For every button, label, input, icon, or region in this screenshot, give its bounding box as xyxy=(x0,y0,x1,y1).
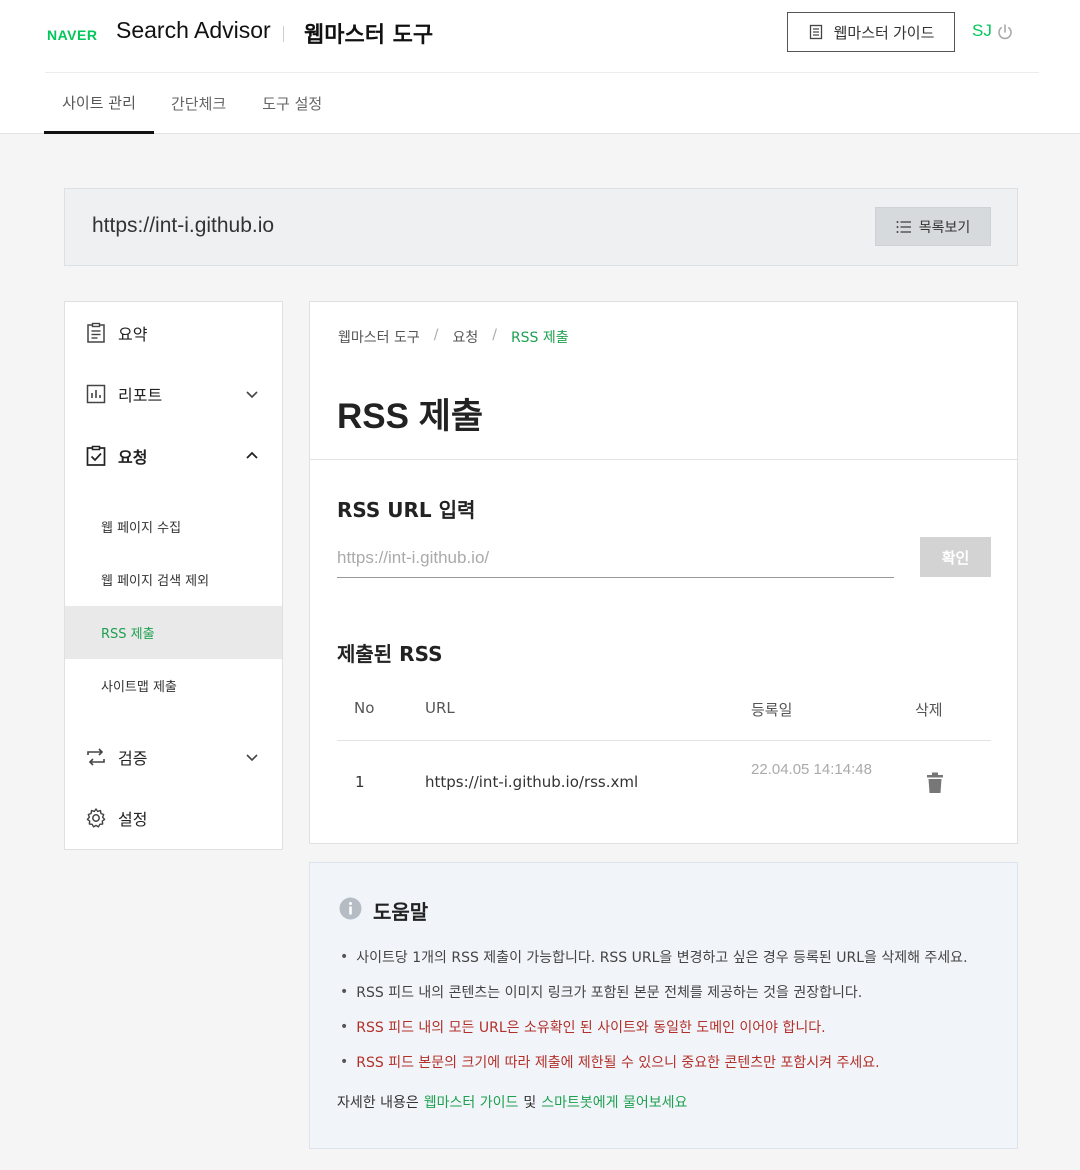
table-divider xyxy=(337,740,991,741)
site-bar: https://int-i.github.io 목록보기 xyxy=(64,188,1018,266)
chevron-down-icon[interactable] xyxy=(245,387,259,401)
guide-button-label: 웹마스터 가이드 xyxy=(833,24,935,42)
repeat-icon xyxy=(87,748,105,766)
clipboard-check-icon xyxy=(86,445,106,466)
site-url: https://int-i.github.io xyxy=(92,214,275,237)
info-icon xyxy=(339,897,362,920)
row-no: 1 xyxy=(355,773,365,791)
help-title: 도움말 xyxy=(373,900,429,924)
gear-icon xyxy=(86,808,106,828)
breadcrumb: 웹마스터 도구 / 요청 / RSS 제출 xyxy=(338,327,569,347)
sidebar-item-label: 검증 xyxy=(118,749,148,768)
table-header-date: 등록일 xyxy=(751,701,793,719)
table-header-no: No xyxy=(354,699,375,717)
sidebar-subitem-rss-submit[interactable]: RSS 제출 xyxy=(65,606,282,659)
sidebar-item-summary[interactable]: 요약 xyxy=(65,313,282,353)
top-header: NAVER Search Advisor 웹마스터 도구 웹마스터 가이드 SJ… xyxy=(0,0,1080,134)
breadcrumb-separator: / xyxy=(492,327,497,343)
webmaster-guide-button[interactable]: 웹마스터 가이드 xyxy=(787,12,955,52)
tab-quick-check[interactable]: 간단체크 xyxy=(154,73,244,134)
help-footer-and: 및 xyxy=(523,1095,537,1111)
sidebar-item-label: 요약 xyxy=(118,325,148,344)
tab-site-management[interactable]: 사이트 관리 xyxy=(44,73,154,134)
help-item: RSS 피드 내의 콘텐츠는 이미지 링크가 포함된 본문 전체를 제공하는 것… xyxy=(340,974,968,1009)
table-header-url: URL xyxy=(425,699,455,717)
list-view-label: 목록보기 xyxy=(918,218,971,235)
help-item: 사이트당 1개의 RSS 제출이 가능합니다. RSS URL을 변경하고 싶은… xyxy=(340,939,967,974)
help-panel: 도움말 사이트당 1개의 RSS 제출이 가능합니다. RSS URL을 변경하… xyxy=(309,862,1018,1149)
breadcrumb-separator: / xyxy=(433,327,439,343)
chart-icon xyxy=(86,384,106,404)
chevron-up-icon[interactable] xyxy=(245,449,259,463)
sidebar-item-verify[interactable]: 검증 xyxy=(65,737,282,777)
document-icon xyxy=(809,24,822,40)
sidebar: 요약 리포트 요청 웹 페이지 수집 웹 페이지 검색 제외 RSS 제출 사이… xyxy=(64,301,283,850)
webmaster-guide-link[interactable]: 웹마스터 가이드 xyxy=(424,1092,519,1112)
breadcrumb-current: RSS 제출 xyxy=(510,330,569,346)
smartbot-link[interactable]: 스마트봇에게 물어보세요 xyxy=(541,1092,687,1112)
sidebar-item-label: 리포트 xyxy=(118,386,163,405)
list-icon xyxy=(896,220,911,233)
row-url[interactable]: https://int-i.github.io/rss.xml xyxy=(425,773,638,791)
logo-divider xyxy=(283,26,284,42)
help-footer-prefix: 자세한 내용은 xyxy=(337,1095,419,1111)
user-avatar[interactable]: SJ xyxy=(972,21,992,41)
breadcrumb-webmaster-tools[interactable]: 웹마스터 도구 xyxy=(338,327,420,347)
help-item-warning: RSS 피드 내의 모든 URL은 소유확인 된 사이트와 동일한 도메인 이어… xyxy=(340,1009,968,1044)
trash-icon[interactable] xyxy=(925,772,945,794)
sidebar-subitem-sitemap-submit[interactable]: 사이트맵 제출 xyxy=(65,659,282,712)
tool-name[interactable]: 웹마스터 도구 xyxy=(304,17,433,49)
title-divider xyxy=(310,459,1017,460)
product-name[interactable]: Search Advisor xyxy=(116,17,271,44)
confirm-button[interactable]: 확인 xyxy=(920,537,991,577)
help-item-warning: RSS 피드 본문의 크기에 따라 제출에 제한될 수 있으니 중요한 콘텐츠만… xyxy=(340,1044,968,1079)
sidebar-item-label: 설정 xyxy=(118,810,148,829)
naver-logo[interactable]: NAVER xyxy=(47,27,97,43)
help-list: 사이트당 1개의 RSS 제출이 가능합니다. RSS URL을 변경하고 싶은… xyxy=(340,939,968,1079)
submitted-rss-title: 제출된 RSS xyxy=(337,642,443,666)
sidebar-item-request[interactable]: 요청 xyxy=(65,436,282,476)
main-tabs: 사이트 관리 간단체크 도구 설정 xyxy=(44,73,340,134)
page-title: RSS 제출 xyxy=(337,397,484,436)
sidebar-item-settings[interactable]: 설정 xyxy=(65,798,282,838)
rss-url-input[interactable] xyxy=(337,538,894,578)
power-icon[interactable] xyxy=(996,23,1014,41)
sidebar-subitem-web-page-collect[interactable]: 웹 페이지 수집 xyxy=(65,500,282,553)
rss-url-input-title: RSS URL 입력 xyxy=(337,498,476,522)
sidebar-item-label: 요청 xyxy=(118,448,148,467)
clipboard-icon xyxy=(87,322,105,343)
breadcrumb-request[interactable]: 요청 xyxy=(452,327,478,347)
chevron-down-icon[interactable] xyxy=(245,750,259,764)
main-panel: 웹마스터 도구 / 요청 / RSS 제출 RSS 제출 RSS URL 입력 … xyxy=(309,301,1018,844)
sidebar-subitem-web-page-exclude[interactable]: 웹 페이지 검색 제외 xyxy=(65,553,282,606)
sidebar-item-report[interactable]: 리포트 xyxy=(65,374,282,414)
list-view-button[interactable]: 목록보기 xyxy=(875,207,991,246)
table-header-delete: 삭제 xyxy=(915,701,943,719)
help-footer: 자세한 내용은 웹마스터 가이드 및 스마트봇에게 물어보세요 xyxy=(337,1092,687,1112)
tab-tool-settings[interactable]: 도구 설정 xyxy=(244,73,340,134)
row-date: 22.04.05 14:14:48 xyxy=(751,761,872,778)
